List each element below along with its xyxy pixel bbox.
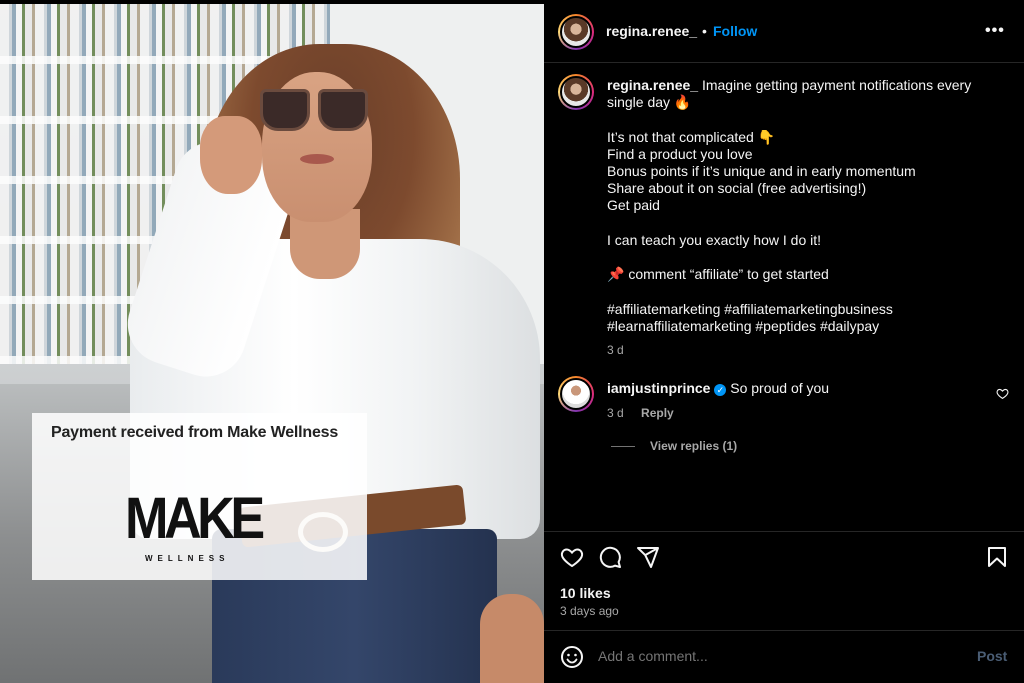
comment-heart-icon[interactable] xyxy=(996,387,1009,400)
more-icon[interactable]: ••• xyxy=(985,22,1005,40)
caption-line xyxy=(607,283,1007,300)
comment: iamjustinprince ✓ So proud of you xyxy=(607,380,829,396)
heart-icon[interactable] xyxy=(560,545,584,569)
reply-button[interactable]: Reply xyxy=(641,406,674,420)
post-date[interactable]: 3 days ago xyxy=(560,604,619,618)
comment-meta: 3 d Reply xyxy=(607,406,688,420)
post-comment-button[interactable]: Post xyxy=(977,648,1007,664)
header-divider xyxy=(544,62,1024,63)
caption-line: 📌 comment “affiliate” to get started xyxy=(607,266,829,283)
comment-text: So proud of you xyxy=(730,380,830,396)
sunglasses xyxy=(258,89,372,135)
comment-time[interactable]: 3 d xyxy=(607,406,624,420)
caption-line: Share about it on social (free advertisi… xyxy=(607,180,867,197)
comment-box-divider xyxy=(544,630,1024,631)
caption-line xyxy=(607,111,1007,128)
caption-line xyxy=(607,249,1007,266)
commenter-username[interactable]: iamjustinprince xyxy=(607,380,710,396)
verified-icon: ✓ xyxy=(714,384,727,396)
add-comment-input[interactable] xyxy=(598,648,958,664)
post-image[interactable]: Payment received from Make Wellness MAKE… xyxy=(0,4,544,683)
share-icon[interactable] xyxy=(636,545,660,569)
make-wellness-logo-sub: WELLNESS xyxy=(145,554,230,563)
caption-line xyxy=(607,215,1007,232)
follow-button[interactable]: Follow xyxy=(713,23,757,39)
post-caption: regina.renee_ Imagine getting payment no… xyxy=(607,77,1007,335)
author-username[interactable]: regina.renee_ xyxy=(606,23,697,39)
caption-line: Get paid xyxy=(607,197,660,214)
commenter-avatar[interactable] xyxy=(558,376,594,412)
header-separator: • xyxy=(702,23,707,39)
comment-icon[interactable] xyxy=(598,545,622,569)
payment-card-title: Payment received from Make Wellness xyxy=(51,424,339,441)
bookmark-icon[interactable] xyxy=(985,545,1009,569)
caption-line: It’s not that complicated 👇 xyxy=(607,128,776,145)
person-second-hand xyxy=(480,594,544,683)
payment-card: Payment received from Make Wellness MAKE… xyxy=(32,413,367,580)
view-replies-button[interactable]: View replies (1) xyxy=(650,439,737,453)
actions-divider xyxy=(544,531,1024,532)
caption-avatar[interactable] xyxy=(558,74,594,110)
author-avatar[interactable] xyxy=(558,14,594,50)
caption-username[interactable]: regina.renee_ xyxy=(607,77,698,93)
caption-hashtags[interactable]: #affiliatemarketing #affiliatemarketingb… xyxy=(607,301,1007,335)
post-detail-panel: regina.renee_ • Follow ••• regina.renee_… xyxy=(544,0,1024,683)
make-wellness-logo: MAKE xyxy=(125,486,265,551)
person-hand xyxy=(200,116,262,194)
emoji-icon[interactable] xyxy=(560,645,584,669)
caption-line: Find a product you love xyxy=(607,145,753,162)
likes-count[interactable]: 10 likes xyxy=(560,585,611,601)
caption-line: Bonus points if it’s unique and in early… xyxy=(607,163,916,179)
person-lips xyxy=(300,154,334,164)
replies-line xyxy=(611,446,635,447)
caption-time[interactable]: 3 d xyxy=(607,343,624,357)
caption-line: I can teach you exactly how I do it! xyxy=(607,231,822,248)
